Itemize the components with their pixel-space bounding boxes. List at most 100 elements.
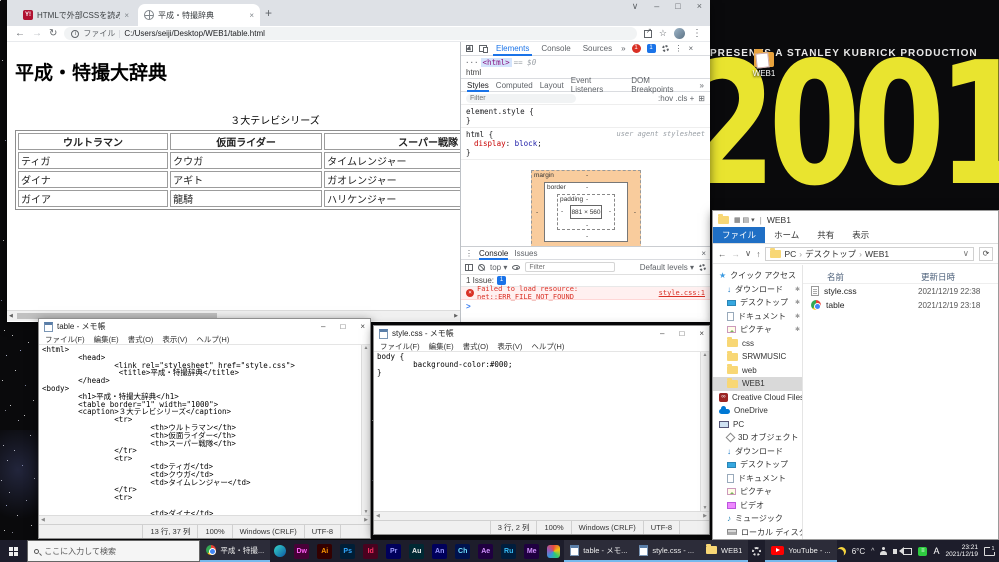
task-character-animator[interactable]: Ch: [451, 540, 474, 562]
crumb-desktop[interactable]: デスクトップ: [805, 248, 856, 260]
settings-gear-icon[interactable]: [661, 45, 669, 52]
task-notepad-stylecss[interactable]: style.css - ...: [633, 540, 701, 562]
box-model-diagram[interactable]: margin - - - - border - - padding - - - …: [531, 170, 641, 254]
vertical-scrollbar[interactable]: ▲ ▼: [361, 345, 370, 515]
maximize-icon[interactable]: □: [340, 322, 345, 331]
tab-close-icon[interactable]: ×: [249, 11, 254, 20]
weather-moon-icon[interactable]: [837, 547, 846, 556]
nav-pictures-pinned[interactable]: ピクチャ ✱: [713, 323, 802, 337]
nav-videos[interactable]: ビデオ: [713, 499, 802, 513]
info-icon[interactable]: i: [71, 29, 80, 38]
menu-edit[interactable]: 編集(E): [94, 334, 119, 345]
task-chrome[interactable]: 平成・特撮...: [200, 540, 271, 562]
nav-local-disk[interactable]: ローカル ディスク (C:): [713, 526, 802, 540]
task-photos[interactable]: [543, 540, 564, 562]
issues-badge[interactable]: 1: [646, 44, 656, 53]
nav-pictures[interactable]: ピクチャ: [713, 485, 802, 499]
history-chevron-icon[interactable]: ∨: [745, 248, 751, 259]
reload-icon[interactable]: ↻: [49, 28, 57, 39]
tab-computed[interactable]: Computed: [496, 81, 533, 90]
selected-html-node[interactable]: <html>: [480, 57, 512, 67]
console-sidebar-icon[interactable]: [465, 263, 473, 271]
minimize-icon[interactable]: –: [654, 1, 659, 12]
task-after-effects[interactable]: Ae: [474, 540, 497, 562]
forward-icon[interactable]: →: [732, 249, 741, 259]
nav-quick-access[interactable]: ★ クイック アクセス: [713, 269, 802, 283]
file-row-stylecss[interactable]: style.css 2021/12/19 22:38: [803, 284, 998, 298]
column-date-modified[interactable]: 更新日時: [921, 271, 955, 283]
more-panes-icon[interactable]: »: [700, 81, 704, 90]
element-style-rule[interactable]: element.style { }: [461, 105, 710, 128]
scroll-right-icon[interactable]: ▶: [454, 313, 458, 319]
scroll-left-icon[interactable]: ◀: [9, 313, 13, 319]
error-source-link[interactable]: style.css:1: [659, 289, 705, 297]
close-icon[interactable]: ×: [699, 329, 704, 338]
task-dreamweaver[interactable]: Dw: [290, 540, 313, 562]
nav-desktop-pinned[interactable]: デスクトップ ✱: [713, 296, 802, 310]
task-photoshop[interactable]: Ps: [336, 540, 359, 562]
crumb-pc[interactable]: PC: [784, 249, 796, 259]
address-breadcrumb[interactable]: PC › デスクトップ › WEB1 ∨: [765, 246, 974, 261]
address-bar[interactable]: i ファイル C:/Users/seiji/Desktop/WEB1/table…: [64, 27, 637, 40]
styles-pane-toggle-icon[interactable]: ⊞: [698, 94, 705, 103]
menu-help[interactable]: ヘルプ(H): [196, 334, 229, 345]
nav-documents[interactable]: ドキュメント: [713, 472, 802, 486]
start-button[interactable]: [0, 540, 27, 562]
nav-downloads-pinned[interactable]: ↓ ダウンロード ✱: [713, 283, 802, 297]
bookmark-star-icon[interactable]: ☆: [659, 28, 667, 39]
quick-access-toolbar[interactable]: ▦ ▤ ▾: [734, 216, 755, 224]
taskbar-search-box[interactable]: ここに入力して検索: [27, 540, 201, 562]
desktop-icon-web1[interactable]: WEB1: [744, 49, 784, 78]
people-icon[interactable]: [880, 546, 888, 555]
ribbon-tab-file[interactable]: ファイル: [713, 227, 766, 243]
nav-music[interactable]: ♪ ミュージック: [713, 512, 802, 526]
task-illustrator[interactable]: Ai: [313, 540, 336, 562]
devtools-menu-icon[interactable]: ⋮: [675, 44, 683, 53]
column-name[interactable]: 名前: [803, 271, 921, 283]
forward-icon[interactable]: →: [32, 28, 42, 39]
drawer-close-icon[interactable]: ×: [701, 249, 706, 258]
tab-event-listeners[interactable]: Event Listeners: [571, 76, 625, 94]
notepad-titlebar[interactable]: table - メモ帳 – □ ×: [39, 319, 370, 334]
horizontal-scrollbar[interactable]: ◀ ▶: [374, 511, 709, 520]
taskbar-clock[interactable]: 23:21 2021/12/19: [945, 544, 978, 559]
ribbon-tab-home[interactable]: ホーム: [765, 227, 808, 243]
refresh-icon[interactable]: ⟳: [979, 246, 993, 261]
notepad-titlebar[interactable]: style.css - メモ帳 – □ ×: [374, 326, 709, 341]
nav-pc[interactable]: PC: [713, 418, 802, 432]
nav-folder-web1[interactable]: WEB1: [713, 377, 802, 391]
console-settings-icon[interactable]: [699, 263, 706, 271]
tab-styles[interactable]: Styles: [467, 79, 489, 92]
close-icon[interactable]: ×: [360, 322, 365, 331]
more-tabs-icon[interactable]: »: [621, 44, 625, 53]
error-badge[interactable]: 1: [631, 44, 641, 53]
address-dropdown-icon[interactable]: ∨: [963, 248, 969, 259]
drawer-menu-icon[interactable]: ⋮: [465, 249, 473, 258]
devtools-close-icon[interactable]: ×: [689, 44, 694, 53]
nav-3d-objects[interactable]: 3D オブジェクト: [713, 431, 802, 445]
nav-folder-css[interactable]: css: [713, 337, 802, 351]
tab-console[interactable]: Console: [538, 42, 573, 56]
action-center-icon[interactable]: 1: [984, 545, 996, 556]
up-icon[interactable]: ↑: [756, 249, 760, 259]
security-status-icon[interactable]: ≡: [918, 546, 928, 556]
task-notepad-table[interactable]: table - メモ...: [564, 540, 634, 562]
console-error-row[interactable]: × Failed to load resource: net::ERR_FILE…: [461, 285, 710, 301]
close-icon[interactable]: ×: [697, 1, 702, 12]
nav-desktop[interactable]: デスクトップ: [713, 458, 802, 472]
html-style-rule[interactable]: html { user agent stylesheet display: bl…: [461, 128, 710, 160]
context-selector[interactable]: top ▾: [490, 263, 507, 272]
inspect-element-icon[interactable]: [466, 45, 473, 52]
explorer-titlebar[interactable]: ▦ ▤ ▾ | WEB1: [713, 211, 998, 228]
console-filter-input[interactable]: [525, 262, 616, 272]
ime-mode-indicator[interactable]: A: [933, 546, 939, 556]
show-hidden-icons-chevron[interactable]: ^: [871, 548, 874, 555]
horizontal-scrollbar[interactable]: ◀ ▶: [39, 515, 370, 524]
nav-onedrive[interactable]: OneDrive: [713, 404, 802, 418]
nav-creative-cloud[interactable]: ∞ Creative Cloud Files: [713, 391, 802, 405]
tab-dom-breakpoints[interactable]: DOM Breakpoints: [631, 76, 692, 94]
back-icon[interactable]: ←: [718, 249, 727, 259]
task-indesign[interactable]: Id: [359, 540, 382, 562]
new-tab-button[interactable]: +: [265, 6, 272, 20]
dom-tree[interactable]: ··· <html> == $0: [461, 56, 710, 68]
